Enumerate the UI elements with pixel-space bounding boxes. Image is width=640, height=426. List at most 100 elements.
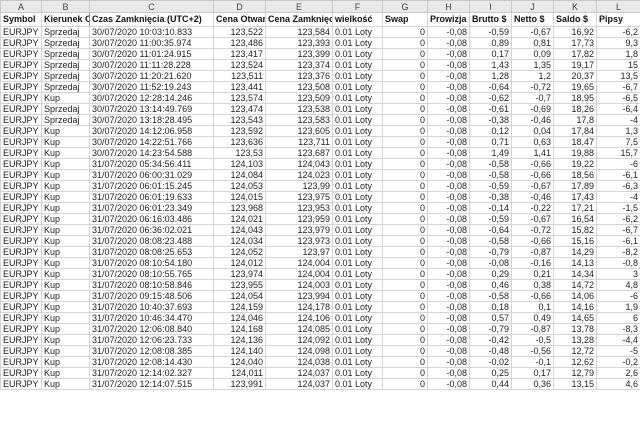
- data-cell[interactable]: 0.01 Loty: [332, 59, 383, 71]
- data-cell[interactable]: -0,08: [427, 367, 470, 379]
- data-cell[interactable]: 0.01 Loty: [332, 180, 383, 192]
- data-cell[interactable]: Sprzedaj: [41, 59, 90, 71]
- header-cell[interactable]: Pipsy: [596, 12, 640, 27]
- data-cell[interactable]: -0,48: [469, 345, 512, 357]
- data-cell[interactable]: 0: [382, 257, 428, 269]
- data-cell[interactable]: -0,08: [427, 169, 470, 181]
- data-cell[interactable]: 1,41: [511, 147, 554, 159]
- data-cell[interactable]: 0.01 Loty: [332, 169, 383, 181]
- column-letter-e[interactable]: E: [265, 0, 333, 13]
- data-cell[interactable]: -0,08: [427, 224, 470, 236]
- data-cell[interactable]: 19,65: [553, 81, 597, 93]
- data-cell[interactable]: 0: [382, 81, 428, 93]
- data-cell[interactable]: 0: [382, 312, 428, 324]
- data-cell[interactable]: 0.01 Loty: [332, 70, 383, 82]
- data-cell[interactable]: Kup: [41, 257, 90, 269]
- data-cell[interactable]: 0.01 Loty: [332, 345, 383, 357]
- data-cell[interactable]: 0,04: [511, 125, 554, 137]
- data-cell[interactable]: 0,1: [511, 301, 554, 313]
- data-cell[interactable]: 124,003: [265, 279, 333, 291]
- data-cell[interactable]: -0,59: [469, 213, 512, 225]
- data-cell[interactable]: 31/07/2020 08:10:54.180: [89, 257, 214, 269]
- data-cell[interactable]: 124,034: [213, 235, 266, 247]
- header-cell[interactable]: Prowizja: [427, 12, 470, 27]
- symbol-cell[interactable]: EURJPY: [0, 81, 42, 93]
- data-cell[interactable]: -0,08: [427, 257, 470, 269]
- data-cell[interactable]: 0.01 Loty: [332, 125, 383, 137]
- data-cell[interactable]: -0,61: [469, 103, 512, 115]
- data-cell[interactable]: Kup: [41, 334, 90, 346]
- data-cell[interactable]: 123,374: [265, 59, 333, 71]
- data-cell[interactable]: -0,67: [511, 180, 554, 192]
- data-cell[interactable]: -0,38: [469, 114, 512, 126]
- data-cell[interactable]: -4: [596, 114, 640, 126]
- data-cell[interactable]: 0.01 Loty: [332, 114, 383, 126]
- data-cell[interactable]: 6: [596, 312, 640, 324]
- data-cell[interactable]: 13,5: [596, 70, 640, 82]
- column-letter-a[interactable]: A: [0, 0, 42, 13]
- data-cell[interactable]: Kup: [41, 224, 90, 236]
- data-cell[interactable]: Sprzedaj: [41, 114, 90, 126]
- data-cell[interactable]: Kup: [41, 202, 90, 214]
- data-cell[interactable]: Kup: [41, 312, 90, 324]
- data-cell[interactable]: 123,974: [213, 268, 266, 280]
- data-cell[interactable]: 0.01 Loty: [332, 158, 383, 170]
- data-cell[interactable]: 30/07/2020 14:12:06.958: [89, 125, 214, 137]
- data-cell[interactable]: 123,973: [265, 235, 333, 247]
- column-letter-g[interactable]: G: [382, 0, 428, 13]
- data-cell[interactable]: -0,08: [427, 37, 470, 49]
- data-cell[interactable]: 18,95: [553, 92, 597, 104]
- data-cell[interactable]: 0.01 Loty: [332, 224, 383, 236]
- data-cell[interactable]: -8,3: [596, 323, 640, 335]
- data-cell[interactable]: 31/07/2020 06:00:31.029: [89, 169, 214, 181]
- data-cell[interactable]: 9,3: [596, 37, 640, 49]
- symbol-cell[interactable]: EURJPY: [0, 334, 42, 346]
- data-cell[interactable]: 123,399: [265, 48, 333, 60]
- data-cell[interactable]: 123,393: [265, 37, 333, 49]
- data-cell[interactable]: -1,5: [596, 202, 640, 214]
- data-cell[interactable]: 17,43: [553, 191, 597, 203]
- data-cell[interactable]: 123,711: [265, 136, 333, 148]
- data-cell[interactable]: 0.01 Loty: [332, 103, 383, 115]
- symbol-cell[interactable]: EURJPY: [0, 92, 42, 104]
- data-cell[interactable]: 123,524: [213, 59, 266, 71]
- data-cell[interactable]: 123,538: [265, 103, 333, 115]
- data-cell[interactable]: 123,959: [265, 213, 333, 225]
- data-cell[interactable]: 0: [382, 169, 428, 181]
- data-cell[interactable]: 0: [382, 114, 428, 126]
- symbol-cell[interactable]: EURJPY: [0, 290, 42, 302]
- symbol-cell[interactable]: EURJPY: [0, 70, 42, 82]
- data-cell[interactable]: 124,140: [213, 345, 266, 357]
- data-cell[interactable]: 0,18: [469, 301, 512, 313]
- data-cell[interactable]: Kup: [41, 169, 90, 181]
- data-cell[interactable]: -0,08: [427, 290, 470, 302]
- data-cell[interactable]: 30/07/2020 11:52:19.243: [89, 81, 214, 93]
- symbol-cell[interactable]: EURJPY: [0, 59, 42, 71]
- data-cell[interactable]: 0.01 Loty: [332, 213, 383, 225]
- data-cell[interactable]: 30/07/2020 11:00:35.974: [89, 37, 214, 49]
- data-cell[interactable]: 0: [382, 136, 428, 148]
- data-cell[interactable]: 15: [596, 59, 640, 71]
- data-cell[interactable]: 17,73: [553, 37, 597, 49]
- data-cell[interactable]: -0,58: [469, 290, 512, 302]
- data-cell[interactable]: -0,64: [469, 81, 512, 93]
- data-cell[interactable]: 0,89: [469, 37, 512, 49]
- data-cell[interactable]: Kup: [41, 367, 90, 379]
- data-cell[interactable]: -0,22: [511, 202, 554, 214]
- data-cell[interactable]: 0.01 Loty: [332, 367, 383, 379]
- symbol-cell[interactable]: EURJPY: [0, 191, 42, 203]
- data-cell[interactable]: 0.01 Loty: [332, 268, 383, 280]
- data-cell[interactable]: 123,605: [265, 125, 333, 137]
- data-cell[interactable]: 14,16: [553, 301, 597, 313]
- data-cell[interactable]: -0,08: [427, 191, 470, 203]
- column-letter-b[interactable]: B: [41, 0, 90, 13]
- data-cell[interactable]: 17,84: [553, 125, 597, 137]
- data-cell[interactable]: Kup: [41, 290, 90, 302]
- symbol-cell[interactable]: EURJPY: [0, 301, 42, 313]
- data-cell[interactable]: 0: [382, 290, 428, 302]
- data-cell[interactable]: 1,2: [511, 70, 554, 82]
- data-cell[interactable]: 31/07/2020 12:06:23.733: [89, 334, 214, 346]
- data-cell[interactable]: Kup: [41, 92, 90, 104]
- data-cell[interactable]: 123,97: [265, 246, 333, 258]
- data-cell[interactable]: 123,583: [265, 114, 333, 126]
